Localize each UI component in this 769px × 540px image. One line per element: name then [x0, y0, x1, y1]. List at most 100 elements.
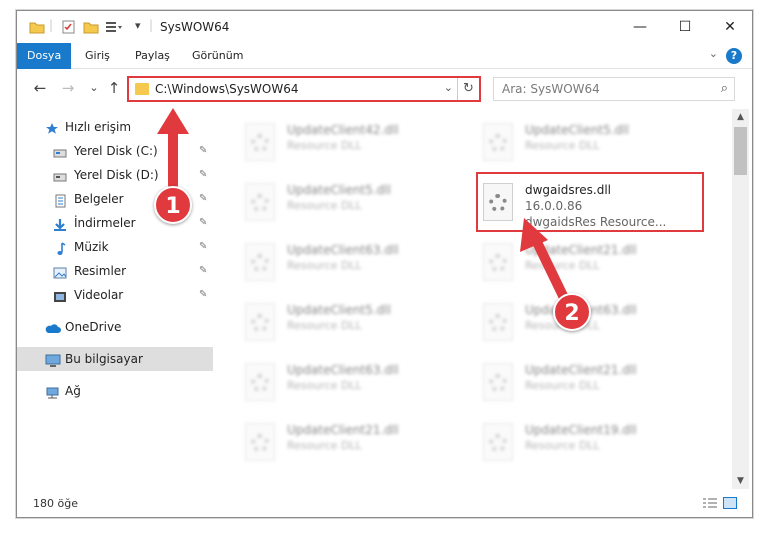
- help-icon[interactable]: ?: [726, 48, 742, 64]
- ribbon-collapse-chevron-icon[interactable]: ⌄: [709, 47, 718, 60]
- dll-file-icon: [245, 243, 275, 281]
- file-description: Resource DLL: [287, 319, 362, 332]
- sidebar-item-network[interactable]: Ağ: [17, 379, 213, 403]
- close-button[interactable]: ✕: [707, 11, 753, 43]
- dll-file-icon: [245, 303, 275, 341]
- sidebar-item-music[interactable]: Müzik ✎: [17, 235, 213, 259]
- file-item[interactable]: UpdateClient63.dll Resource DLL: [237, 237, 457, 291]
- file-name: UpdateClient5.dll: [525, 123, 629, 137]
- file-item[interactable]: UpdateClient5.dll Resource DLL: [237, 177, 457, 231]
- file-item[interactable]: UpdateClient21.dll Resource DLL: [475, 237, 695, 291]
- search-box[interactable]: Ara: SysWOW64 ⌕: [493, 77, 735, 101]
- navigation-pane: Hızlı erişim Yerel Disk (C:) ✎ Yerel Dis…: [17, 109, 215, 489]
- back-button[interactable]: ←: [31, 79, 49, 97]
- drive-icon: [53, 168, 67, 182]
- address-path[interactable]: C:\Windows\SysWOW64: [155, 82, 299, 96]
- recent-locations-button[interactable]: ⌄: [85, 79, 103, 97]
- scroll-up-arrow-icon[interactable]: ▲: [732, 109, 749, 125]
- file-item[interactable]: UpdateClient63.dll Resource DLL: [237, 357, 457, 411]
- sidebar-item-this-pc[interactable]: Bu bilgisayar: [17, 347, 213, 371]
- ribbon-tabs: Dosya Giriş Paylaş Görünüm ⌄ ?: [17, 43, 752, 69]
- address-bar[interactable]: C:\Windows\SysWOW64 ⌄ ↻: [127, 76, 481, 102]
- sidebar-item-local-disk-d[interactable]: Yerel Disk (D:) ✎: [17, 163, 213, 187]
- sidebar-item-label: Müzik: [74, 240, 109, 254]
- pin-icon: ✎: [199, 241, 208, 252]
- dll-file-icon: [483, 363, 513, 401]
- scroll-down-arrow-icon[interactable]: ▼: [732, 473, 749, 489]
- customize-toolbar-chevron-icon[interactable]: ▾: [135, 19, 141, 32]
- file-name: UpdateClient5.dll: [287, 183, 391, 197]
- title-bar: | ▾ | SysWOW64 — ☐ ✕: [17, 11, 752, 43]
- sidebar-item-label: Yerel Disk (D:): [74, 168, 159, 182]
- file-item[interactable]: UpdateClient19.dll Resource DLL: [475, 417, 695, 471]
- explorer-window: | ▾ | SysWOW64 — ☐ ✕ Dosya Giriş Paylaş …: [16, 10, 753, 518]
- pin-icon: ✎: [199, 193, 208, 204]
- title-separator-2: |: [149, 18, 154, 32]
- file-item[interactable]: UpdateClient42.dll Resource DLL: [237, 117, 457, 171]
- file-name: UpdateClient21.dll: [525, 243, 637, 257]
- new-folder-icon[interactable]: [83, 20, 99, 34]
- tab-home[interactable]: Giriş: [75, 43, 120, 69]
- sidebar-item-label: OneDrive: [65, 320, 122, 334]
- pin-icon: ✎: [199, 265, 208, 276]
- properties-icon[interactable]: [61, 20, 77, 34]
- file-name: UpdateClient42.dll: [287, 123, 399, 137]
- pin-icon: ✎: [199, 169, 208, 180]
- pin-icon: ✎: [199, 217, 208, 228]
- search-icon[interactable]: ⌕: [721, 81, 728, 96]
- file-item[interactable]: UpdateClient5.dll Resource DLL: [237, 297, 457, 351]
- navigation-bar: ← → ⌄ ↑ C:\Windows\SysWOW64 ⌄ ↻ Ara: Sys…: [17, 69, 752, 109]
- sidebar-item-label: Belgeler: [74, 192, 124, 206]
- dll-file-icon: [483, 303, 513, 341]
- status-bar: 180 öğe: [17, 491, 752, 517]
- vertical-scrollbar[interactable]: ▲ ▼: [732, 109, 749, 489]
- up-button[interactable]: ↑: [105, 79, 123, 97]
- maximize-button[interactable]: ☐: [662, 11, 708, 43]
- details-view-icon[interactable]: [703, 497, 717, 509]
- drive-icon: [53, 144, 67, 158]
- target-file-highlight: [476, 172, 704, 232]
- file-list: UpdateClient42.dll Resource DLL UpdateCl…: [217, 109, 731, 489]
- folder-icon[interactable]: [29, 20, 45, 34]
- dll-file-icon: [483, 423, 513, 461]
- file-description: Resource DLL: [287, 439, 362, 452]
- sidebar-item-pictures[interactable]: Resimler ✎: [17, 259, 213, 283]
- file-name: UpdateClient19.dll: [525, 423, 637, 437]
- sidebar-item-label: Yerel Disk (C:): [74, 144, 158, 158]
- computer-icon: [45, 352, 61, 367]
- tab-file[interactable]: Dosya: [17, 43, 72, 69]
- minimize-button[interactable]: —: [617, 11, 663, 43]
- file-name: UpdateClient21.dll: [287, 423, 399, 437]
- sidebar-item-local-disk-c[interactable]: Yerel Disk (C:) ✎: [17, 139, 213, 163]
- dll-file-icon: [245, 423, 275, 461]
- videos-icon: [53, 288, 67, 302]
- file-item[interactable]: UpdateClient21.dll Resource DLL: [475, 357, 695, 411]
- star-icon: [45, 120, 59, 134]
- tab-share[interactable]: Paylaş: [125, 43, 180, 69]
- file-description: Resource DLL: [287, 199, 362, 212]
- file-description: Resource DLL: [287, 379, 362, 392]
- sidebar-item-label: Hızlı erişim: [65, 120, 132, 134]
- tab-view[interactable]: Görünüm: [182, 43, 253, 69]
- search-input[interactable]: Ara: SysWOW64: [502, 82, 600, 96]
- quick-access-toolbar-icon[interactable]: [105, 20, 122, 34]
- title-separator: |: [49, 18, 54, 32]
- sidebar-item-onedrive[interactable]: OneDrive: [17, 315, 213, 339]
- dll-file-icon: [483, 243, 513, 281]
- file-name: UpdateClient63.dll: [287, 243, 399, 257]
- file-item[interactable]: UpdateClient21.dll Resource DLL: [237, 417, 457, 471]
- sidebar-item-videos[interactable]: Videolar ✎: [17, 283, 213, 307]
- scrollbar-thumb[interactable]: [734, 127, 747, 175]
- file-description: Resource DLL: [287, 259, 362, 272]
- sidebar-item-label: İndirmeler: [74, 216, 136, 230]
- address-dropdown-icon[interactable]: ⌄: [444, 81, 453, 94]
- large-icons-view-icon[interactable]: [723, 497, 737, 509]
- address-folder-icon: [135, 83, 149, 95]
- file-item[interactable]: UpdateClient5.dll Resource DLL: [475, 117, 695, 171]
- music-icon: [53, 240, 67, 255]
- dll-file-icon: [245, 183, 275, 221]
- forward-button[interactable]: →: [59, 79, 77, 97]
- sidebar-item-quick-access[interactable]: Hızlı erişim: [17, 115, 213, 139]
- file-name: UpdateClient21.dll: [525, 363, 637, 377]
- refresh-button[interactable]: ↻: [457, 78, 479, 100]
